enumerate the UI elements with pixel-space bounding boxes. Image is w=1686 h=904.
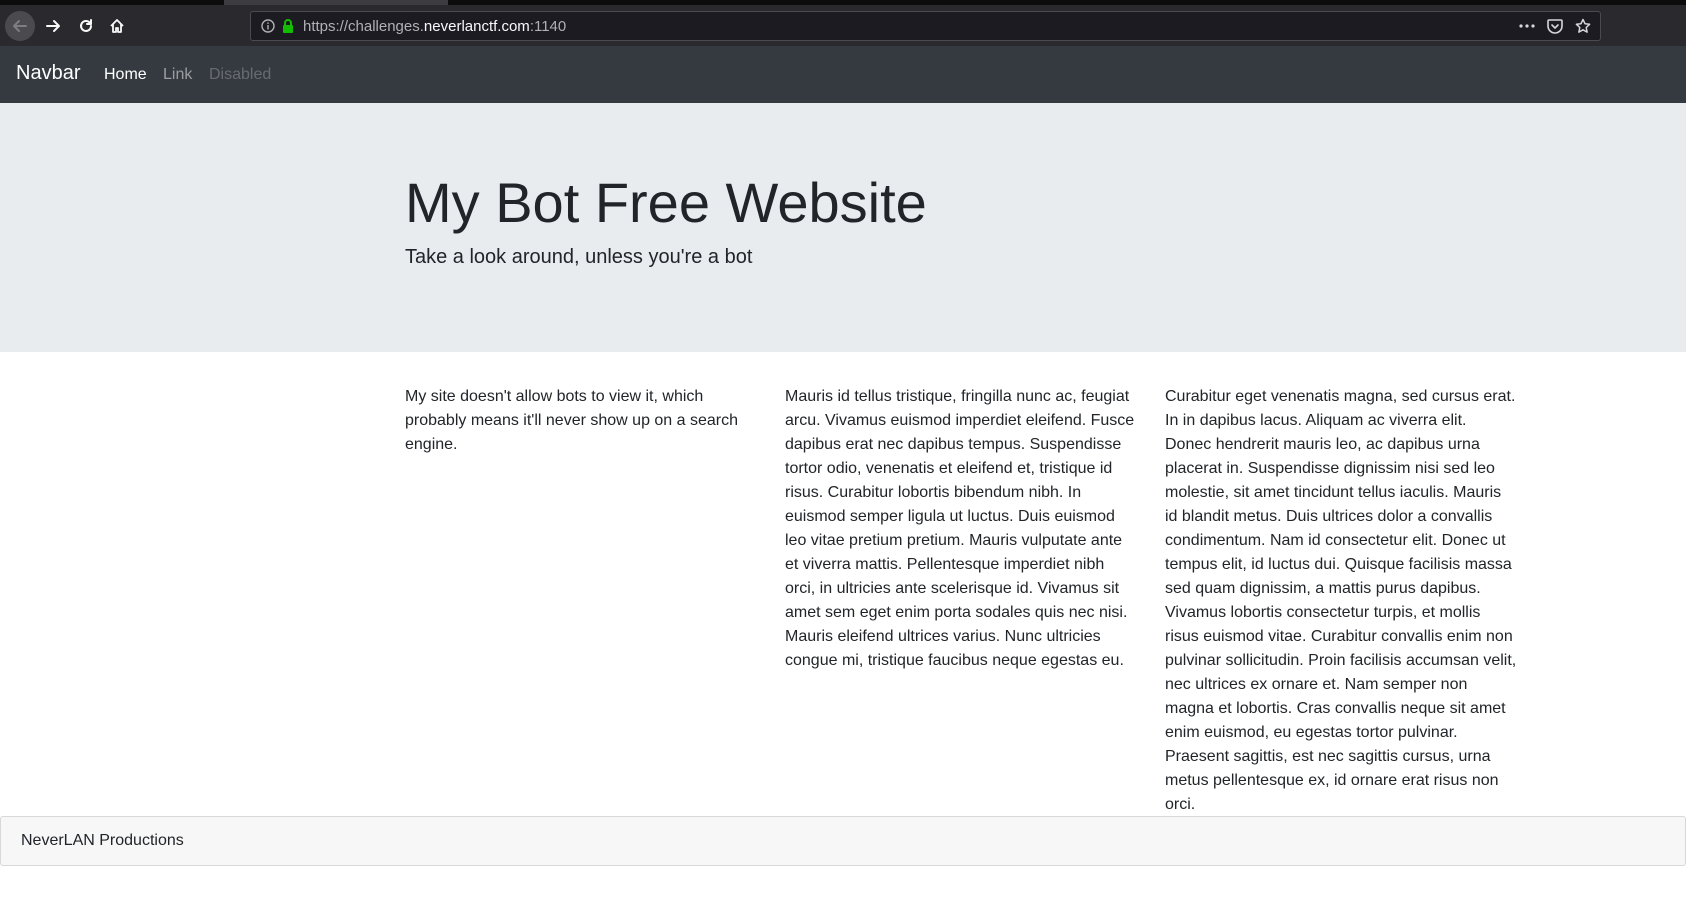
address-bar[interactable]: https://challenges.neverlanctf.com:1140 bbox=[250, 11, 1601, 41]
home-button[interactable] bbox=[102, 11, 132, 41]
bookmark-star-icon[interactable] bbox=[1574, 17, 1592, 35]
url-domain: neverlanctf.com bbox=[423, 18, 530, 35]
content-column-lorem-2: Curabitur eget venenatis magna, sed curs… bbox=[1165, 388, 1517, 813]
url-actions bbox=[1518, 17, 1592, 35]
jumbotron-lead: Take a look around, unless you're a bot bbox=[405, 246, 753, 268]
info-icon[interactable] bbox=[261, 19, 275, 33]
active-tab[interactable] bbox=[224, 0, 448, 5]
browser-toolbar: https://challenges.neverlanctf.com:1140 bbox=[0, 0, 1686, 46]
more-actions-icon[interactable] bbox=[1518, 17, 1536, 35]
forward-button[interactable] bbox=[38, 11, 68, 41]
lock-icon[interactable] bbox=[281, 18, 295, 34]
page-title: My Bot Free Website bbox=[405, 171, 927, 234]
pocket-icon[interactable] bbox=[1546, 17, 1564, 35]
navbar-brand[interactable]: Navbar bbox=[16, 62, 80, 85]
navbar: Navbar Home Link Disabled bbox=[0, 46, 1686, 103]
nav-link-disabled: Disabled bbox=[209, 66, 272, 83]
url-prefix: https://challenges. bbox=[303, 18, 424, 35]
jumbotron: My Bot Free Website Take a look around, … bbox=[0, 103, 1686, 352]
forward-arrow-icon bbox=[46, 20, 60, 32]
reload-button[interactable] bbox=[71, 11, 101, 41]
reload-icon bbox=[80, 19, 92, 32]
url-text[interactable]: https://challenges.neverlanctf.com:1140 bbox=[303, 18, 566, 35]
content-column-lorem-1: Mauris id tellus tristique, fringilla nu… bbox=[785, 388, 1135, 669]
back-button[interactable] bbox=[5, 11, 35, 41]
back-arrow-icon bbox=[13, 20, 27, 32]
nav-link-link[interactable]: Link bbox=[163, 66, 192, 84]
content-column-intro: My site doesn't allow bots to view it, w… bbox=[405, 388, 739, 453]
footer: NeverLAN Productions bbox=[0, 816, 1686, 866]
footer-text: NeverLAN Productions bbox=[21, 832, 184, 849]
home-icon bbox=[110, 19, 124, 33]
url-suffix: :1140 bbox=[529, 18, 567, 35]
nav-link-home[interactable]: Home bbox=[104, 66, 147, 84]
